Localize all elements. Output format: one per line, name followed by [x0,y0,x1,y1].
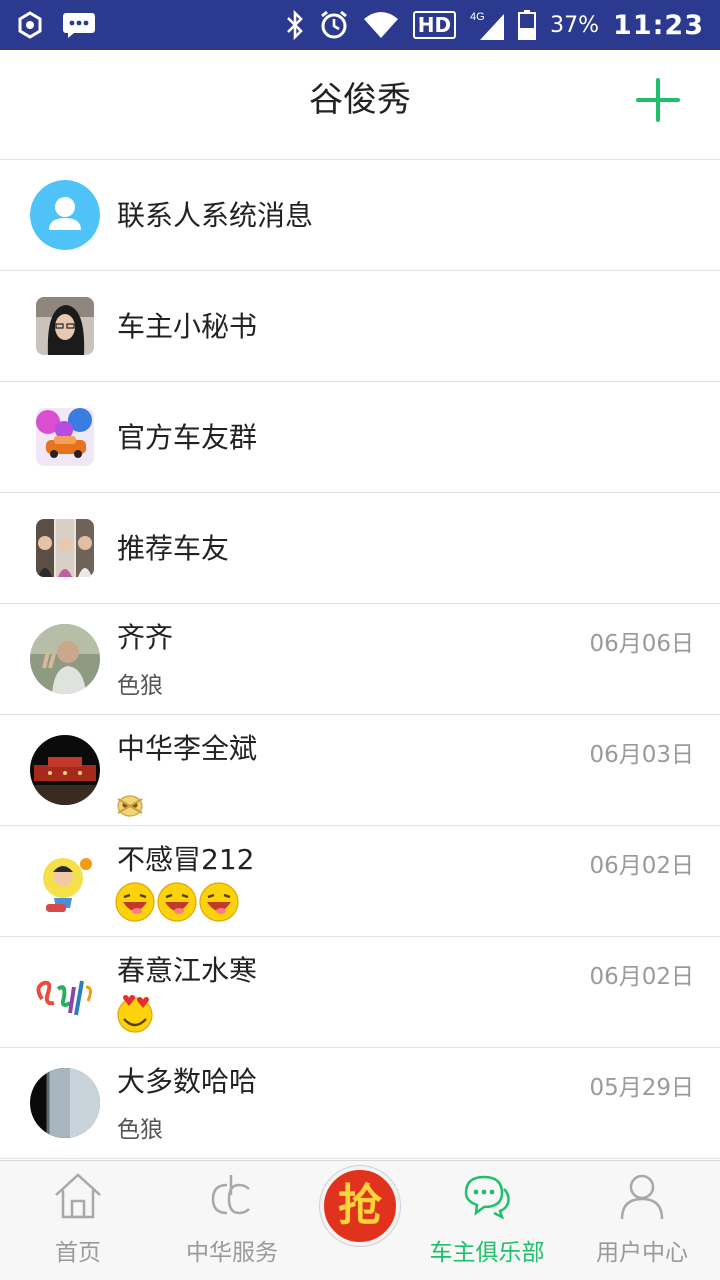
battery-icon [518,10,537,40]
list-item[interactable]: 大多数哈哈 色狼 05月29日 [0,1048,720,1159]
chat-name: 不感冒212 [117,843,255,876]
nav-service[interactable]: 中华服务 [160,1161,304,1280]
chat-name: 大多数哈哈 [117,1065,258,1098]
list-item[interactable]: 齐齐 色狼 06月06日 [0,604,720,715]
list-item[interactable]: 中华李全斌 06月03日 [0,715,720,826]
chat-name: 中华李全斌 [117,732,258,765]
contact-system-icon [30,180,100,250]
laughing-emoji [115,882,155,922]
list-item[interactable]: 推荐车友 [0,493,720,604]
avatar [30,846,100,916]
header: 谷俊秀 [0,50,720,160]
laughing-emoji [157,882,197,922]
chat-name: 齐齐 [117,621,174,654]
avatar [30,735,100,805]
heart-eyes-emoji [115,993,155,1033]
nav-label: 用户中心 [596,1240,688,1266]
message-icon [62,12,96,38]
list-item[interactable]: 春意江水寒 06月02日 [0,937,720,1048]
signal-icon: 4G [470,10,505,40]
list-item[interactable]: 官方车友群 [0,382,720,493]
chat-date: 06月06日 [589,631,694,657]
list-item[interactable]: 不感冒212 06月02日 [0,826,720,937]
chat-list: 联系人系统消息 车主小秘书 官方车友群 推荐车友 齐齐 色狼 06月06日 中华… [0,160,720,1159]
nav-club[interactable]: 车主俱乐部 [415,1161,559,1280]
skull-emoji [115,793,145,821]
chat-preview [115,793,145,821]
battery-percent: 37% [550,12,600,38]
chat-name: 推荐车友 [117,532,230,565]
avatar [30,957,100,1027]
home-icon [53,1171,103,1221]
page-title: 谷俊秀 [309,80,411,120]
nav-label: 车主俱乐部 [429,1240,545,1266]
sync-icon [16,11,44,39]
nav-label: 首页 [55,1240,101,1266]
user-icon [617,1171,667,1221]
alarm-icon [319,10,349,40]
chat-date: 05月29日 [589,1075,694,1101]
chat-bubbles-icon [462,1171,512,1221]
chat-preview [115,882,239,922]
chat-name: 车主小秘书 [117,310,258,343]
grab-button-label: 抢 [320,1166,400,1246]
avatar [30,624,100,694]
chat-preview: 色狼 [117,673,163,699]
hd-badge: HD [412,11,457,39]
laughing-emoji [199,882,239,922]
chat-date: 06月02日 [589,853,694,879]
chat-preview [115,993,155,1033]
chat-name: 官方车友群 [117,421,258,454]
chat-date: 06月02日 [589,964,694,990]
list-item[interactable]: 联系人系统消息 [0,160,720,271]
recommended-friends-avatar [36,519,94,577]
network-type: 4G [470,11,485,23]
add-button[interactable] [636,78,680,122]
clock: 11:23 [613,9,704,41]
nav-user[interactable]: 用户中心 [570,1161,714,1280]
chat-name: 联系人系统消息 [117,199,314,232]
bluetooth-icon [285,10,305,40]
avatar [30,1068,100,1138]
chat-preview: 色狼 [117,1117,163,1143]
group-car-avatar [36,408,94,466]
secretary-avatar [36,297,94,355]
grab-button[interactable]: 抢 [318,1160,402,1252]
wifi-icon [363,11,399,39]
list-item[interactable]: 车主小秘书 [0,271,720,382]
nav-label: 中华服务 [186,1240,278,1266]
chat-name: 春意江水寒 [117,954,258,987]
chat-date: 06月03日 [589,742,694,768]
status-bar: HD 4G 37% 11:23 [0,0,720,50]
nav-home[interactable]: 首页 [6,1161,150,1280]
service-logo-icon [207,1171,257,1221]
